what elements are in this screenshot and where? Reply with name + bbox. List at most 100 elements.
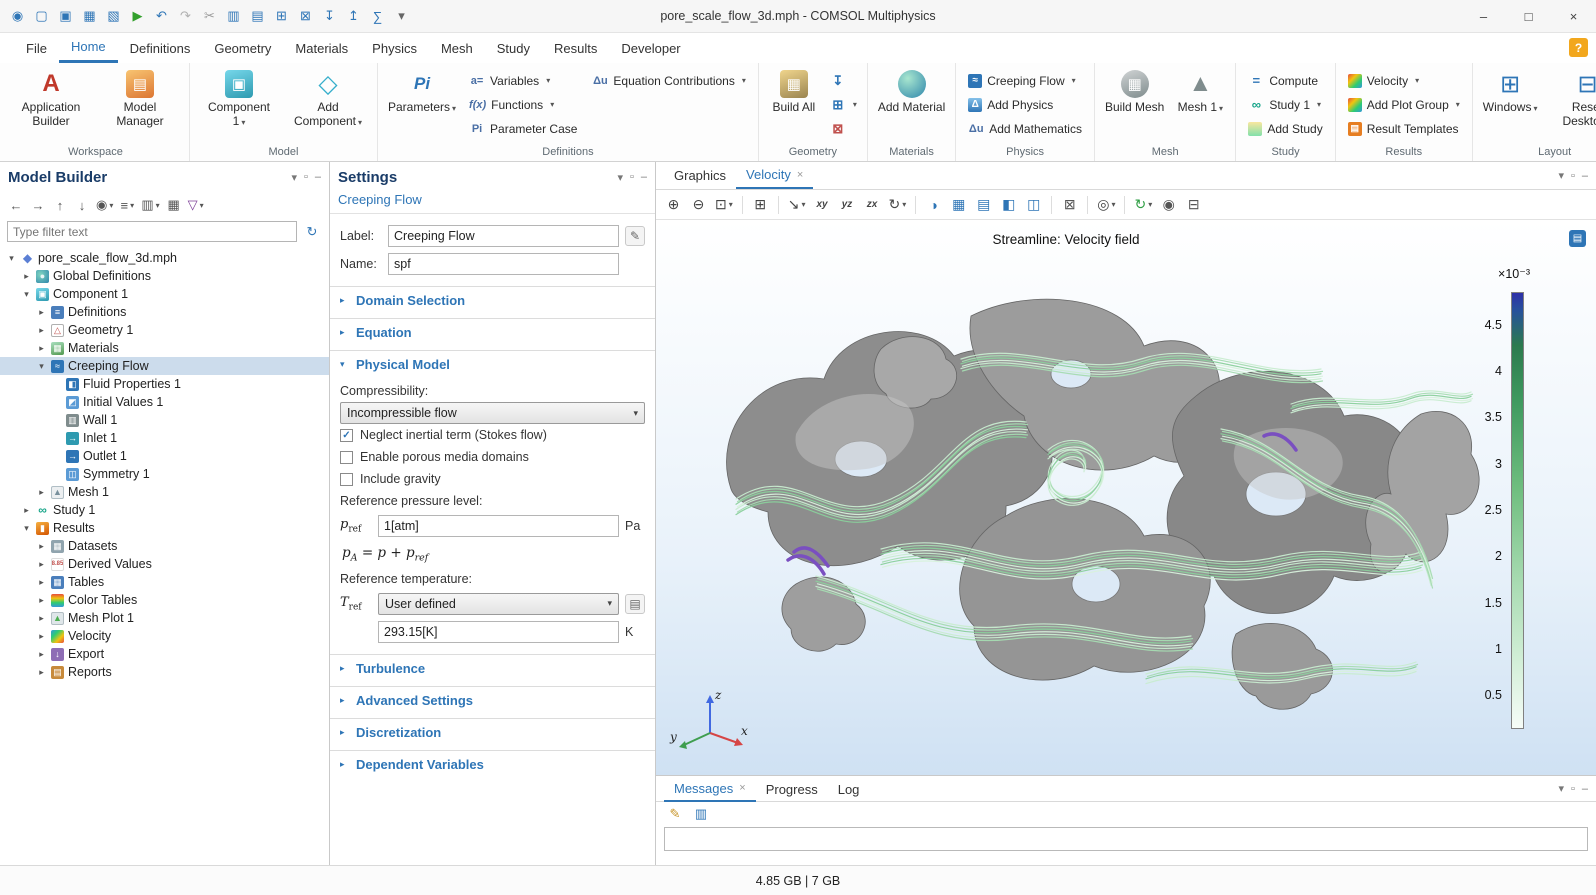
ribbon-button-equation-contributions[interactable]: ΔuEquation Contributions▾ (586, 69, 751, 92)
tree-item-inlet-1[interactable]: →Inlet 1 (0, 429, 329, 447)
ribbon-button-add-mathematics[interactable]: ΔuAdd Mathematics (962, 117, 1088, 140)
zoom-in-button[interactable]: ⊕ (662, 193, 685, 217)
titlebar-cut-icon[interactable]: ✂ (198, 5, 221, 28)
show-button[interactable]: ◉▾ (94, 195, 115, 216)
filter-input[interactable] (7, 221, 297, 242)
panel-menu-icon[interactable]: ▾ (1558, 169, 1564, 182)
menu-tab-materials[interactable]: Materials (283, 33, 360, 63)
ribbon-button-study-1[interactable]: ∞Study 1▾ (1242, 93, 1328, 116)
tree-item-geometry-1[interactable]: ▸△Geometry 1 (0, 321, 329, 339)
back-button[interactable]: ← (6, 195, 26, 216)
checkbox-unchecked-icon[interactable] (340, 473, 353, 486)
menu-tab-results[interactable]: Results (542, 33, 609, 63)
expand-levels-button[interactable]: ▥▾ (139, 195, 161, 216)
tree-item-symmetry-1[interactable]: ◫Symmetry 1 (0, 465, 329, 483)
tree-item-velocity[interactable]: ▸Velocity (0, 627, 329, 645)
environment-button[interactable]: ▦ (947, 193, 970, 217)
section-physical-model[interactable]: ▾ Physical Model (330, 350, 655, 378)
tree-item-materials[interactable]: ▸▦Materials (0, 339, 329, 357)
tree-item-wall-1[interactable]: ▥Wall 1 (0, 411, 329, 429)
ribbon-button-add-physics[interactable]: ΔAdd Physics (962, 93, 1088, 116)
show-legends-button[interactable]: ▤ (972, 193, 995, 217)
ribbon-button-parameter-case[interactable]: PiParameter Case (463, 117, 583, 140)
tree-item-definitions[interactable]: ▸≡Definitions (0, 303, 329, 321)
tree-item-fluid-properties-1[interactable]: ◧Fluid Properties 1 (0, 375, 329, 393)
titlebar-open-icon[interactable]: ▣ (54, 5, 77, 28)
forward-button[interactable]: → (28, 195, 48, 216)
titlebar-delete-icon[interactable]: ⊠ (294, 5, 317, 28)
stokes-flow-checkbox-row[interactable]: ✓ Neglect inertial term (Stokes flow) (340, 424, 645, 446)
tree-item-component-1[interactable]: ▾▣Component 1 (0, 285, 329, 303)
move-up-button[interactable]: ↑ (50, 195, 70, 216)
ribbon-button-result-templates[interactable]: ▤Result Templates (1342, 117, 1466, 140)
ribbon-button-geom-delete[interactable]: ⊠ (826, 117, 861, 140)
zoom-box-button[interactable]: ⊡▾ (712, 193, 736, 217)
close-tab-icon[interactable]: × (739, 782, 745, 794)
collapse-arrow-icon[interactable]: ▾ (21, 289, 32, 300)
expand-arrow-icon[interactable]: ▸ (36, 595, 47, 606)
color-theme-button[interactable]: ◎▾ (1094, 193, 1118, 217)
scene-light-button[interactable]: ◑ (922, 193, 945, 217)
view-xy-button[interactable]: xy (811, 193, 834, 217)
update-plot-button[interactable]: ↻▾ (1131, 193, 1155, 217)
ribbon-button-build-mesh[interactable]: ▦Build Mesh (1101, 67, 1168, 116)
titlebar-paste-icon[interactable]: ▤ (246, 5, 269, 28)
tree-item-creeping-flow[interactable]: ▾≈Creeping Flow (0, 357, 329, 375)
tab-progress[interactable]: Progress (756, 776, 828, 802)
menu-tab-home[interactable]: Home (59, 33, 118, 63)
name-input[interactable] (388, 253, 619, 275)
tree-item-results[interactable]: ▾▮Results (0, 519, 329, 537)
titlebar-import-table-icon[interactable]: ↧ (318, 5, 341, 28)
panel-minimize-icon[interactable]: – (1582, 783, 1588, 795)
titlebar-export-table-icon[interactable]: ↥ (342, 5, 365, 28)
expand-arrow-icon[interactable]: ▸ (36, 541, 47, 552)
ribbon-button-geom-import[interactable]: ↧ (826, 69, 861, 92)
ribbon-button-variables[interactable]: a=Variables▾ (463, 69, 583, 92)
panel-menu-icon[interactable]: ▾ (291, 171, 297, 184)
clear-messages-button[interactable]: ✎ (664, 804, 686, 824)
temperature-input[interactable] (378, 621, 619, 643)
ribbon-button-build-all[interactable]: ▦Build All (765, 67, 823, 116)
titlebar-copy-icon[interactable]: ▥ (222, 5, 245, 28)
panel-float-icon[interactable]: ▫ (1571, 170, 1575, 182)
menu-tab-mesh[interactable]: Mesh (429, 33, 485, 63)
expand-arrow-icon[interactable]: ▸ (36, 559, 47, 570)
print-button[interactable]: ⊟ (1182, 193, 1205, 217)
copy-messages-button[interactable]: ▥ (690, 804, 712, 824)
ribbon-button-geom-livelink[interactable]: ⊞▾ (826, 93, 861, 116)
titlebar-toolbar-overflow-icon[interactable]: ▾ (390, 5, 413, 28)
tree-item-study-1[interactable]: ▸∞Study 1 (0, 501, 329, 519)
view-zx-button[interactable]: zx (861, 193, 884, 217)
ribbon-button-add-component[interactable]: ◇Add Component▾ (285, 67, 371, 130)
compressibility-select[interactable]: Incompressible flow ▾ (340, 402, 645, 424)
tree-item-mesh-1[interactable]: ▸▲Mesh 1 (0, 483, 329, 501)
titlebar-undo-icon[interactable]: ↶ (150, 5, 173, 28)
panel-minimize-icon[interactable]: – (315, 171, 321, 184)
maximize-button[interactable]: □ (1506, 0, 1551, 32)
tree-item-derived-values[interactable]: ▸8.85Derived Values (0, 555, 329, 573)
tab-velocity[interactable]: Velocity × (736, 162, 813, 189)
expand-arrow-icon[interactable]: ▸ (36, 649, 47, 660)
menu-tab-developer[interactable]: Developer (609, 33, 692, 63)
zoom-extents-button[interactable]: ⊞ (749, 193, 772, 217)
ribbon-button-add-plot-group[interactable]: Add Plot Group▾ (1342, 93, 1466, 116)
section-turbulence[interactable]: ▸ Turbulence (330, 654, 655, 682)
collapse-arrow-icon[interactable]: ▾ (36, 361, 47, 372)
go-to-default-view-button[interactable]: ↘▾ (785, 193, 809, 217)
snapshot-button[interactable]: ◉ (1157, 193, 1180, 217)
expand-arrow-icon[interactable]: ▸ (36, 307, 47, 318)
tab-log[interactable]: Log (828, 776, 870, 802)
titlebar-evaluate-icon[interactable]: ∑ (366, 5, 389, 28)
menu-tab-physics[interactable]: Physics (360, 33, 429, 63)
tab-graphics[interactable]: Graphics (664, 162, 736, 189)
menu-tab-file[interactable]: File (14, 33, 59, 63)
move-down-button[interactable]: ↓ (72, 195, 92, 216)
panel-minimize-icon[interactable]: – (1582, 170, 1588, 182)
expand-arrow-icon[interactable]: ▸ (36, 667, 47, 678)
gravity-checkbox-row[interactable]: Include gravity (340, 468, 645, 490)
expand-arrow-icon[interactable]: ▸ (21, 271, 32, 282)
ribbon-button-add-material[interactable]: Add Material (874, 67, 949, 116)
ribbon-button-windows[interactable]: ⊞Windows▾ (1479, 67, 1542, 116)
tree-item-datasets[interactable]: ▸▦Datasets (0, 537, 329, 555)
expand-arrow-icon[interactable]: ▸ (36, 613, 47, 624)
